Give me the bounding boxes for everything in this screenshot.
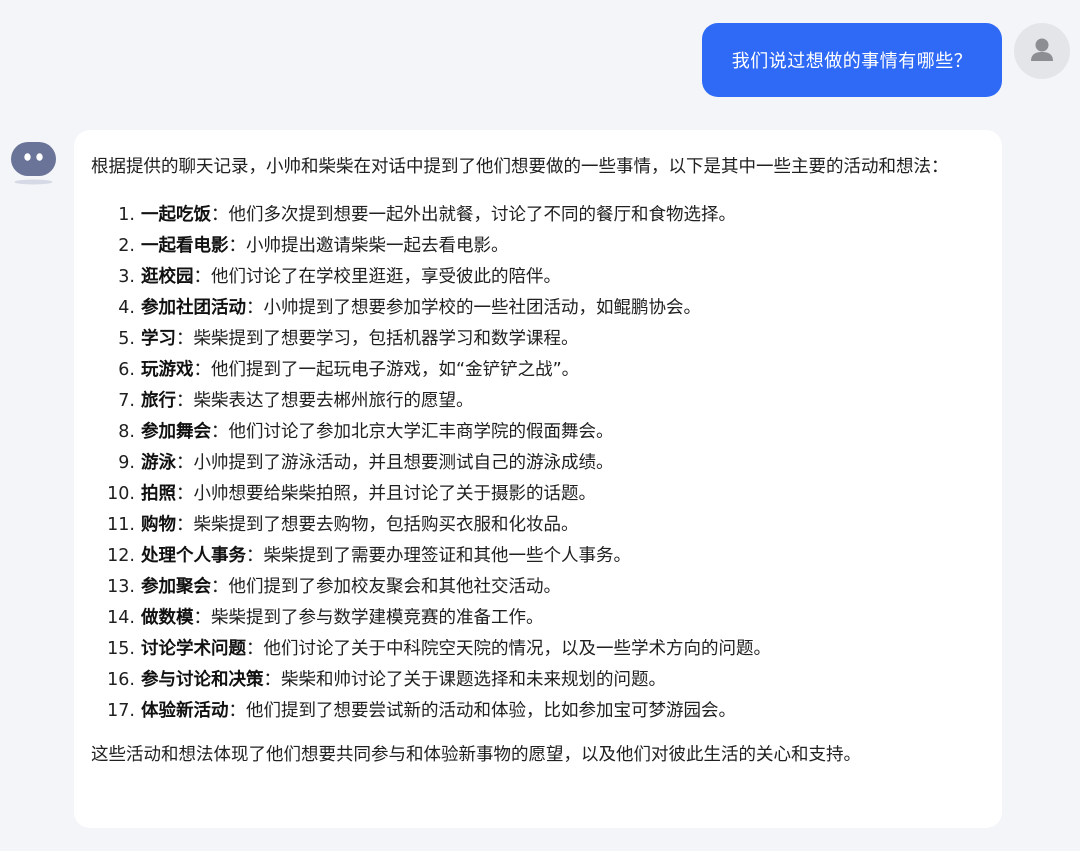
item-description: ：柴柴表达了想要去郴州旅行的愿望。	[176, 391, 474, 411]
item-title: 做数模	[141, 608, 194, 628]
item-description: ：柴柴提到了需要办理签证和其他一些个人事务。	[246, 546, 631, 566]
list-item: 9. 游泳 ：小帅提到了游泳活动，并且想要测试自己的游泳成绩。	[91, 448, 984, 479]
item-description: ：小帅想要给柴柴拍照，并且讨论了关于摄影的话题。	[176, 484, 596, 504]
item-description: ：小帅提到了想要参加学校的一些社团活动，如鲲鹏协会。	[246, 298, 701, 318]
bot-avatar-icon	[10, 138, 57, 185]
item-title: 参与讨论和决策	[141, 670, 264, 690]
user-message-row: 我们说过想做的事情有哪些？	[702, 23, 1070, 97]
item-title: 讨论学术问题	[141, 639, 246, 659]
list-item: 12. 处理个人事务 ：柴柴提到了需要办理签证和其他一些个人事务。	[91, 541, 984, 572]
list-item: 5. 学习 ：柴柴提到了想要学习，包括机器学习和数学课程。	[91, 324, 984, 355]
item-title: 拍照	[141, 484, 176, 504]
item-number: 14.	[107, 608, 135, 628]
item-title: 旅行	[141, 391, 176, 411]
list-item: 6. 玩游戏 ：他们提到了一起玩电子游戏，如“金铲铲之战”。	[91, 355, 984, 386]
user-message-bubble: 我们说过想做的事情有哪些？	[702, 23, 1002, 97]
item-number: 6.	[118, 360, 135, 380]
list-item: 14. 做数模 ：柴柴提到了参与数学建模竞赛的准备工作。	[91, 603, 984, 634]
assistant-answer-card: 根据提供的聊天记录，小帅和柴柴在对话中提到了他们想要做的一些事情，以下是其中一些…	[74, 130, 1002, 828]
item-title: 逛校园	[141, 267, 194, 287]
item-description: ：他们提到了想要尝试新的活动和体验，比如参加宝可梦游园会。	[228, 701, 737, 721]
item-number: 7.	[118, 391, 135, 411]
item-description: ：他们提到了参加校友聚会和其他社交活动。	[211, 577, 561, 597]
list-item: 8. 参加舞会 ：他们讨论了参加北京大学汇丰商学院的假面舞会。	[91, 417, 984, 448]
item-number: 16.	[107, 670, 135, 690]
item-title: 处理个人事务	[141, 546, 246, 566]
item-title: 参加聚会	[141, 577, 211, 597]
item-title: 购物	[141, 515, 176, 535]
item-title: 学习	[141, 329, 176, 349]
item-description: ：小帅提出邀请柴柴一起去看电影。	[228, 236, 509, 256]
item-title: 参加社团活动	[141, 298, 246, 318]
list-item: 17. 体验新活动 ：他们提到了想要尝试新的活动和体验，比如参加宝可梦游园会。	[91, 696, 984, 727]
list-item: 1. 一起吃饭 ：他们多次提到想要一起外出就餐，讨论了不同的餐厅和食物选择。	[91, 200, 984, 231]
item-description: ：小帅提到了游泳活动，并且想要测试自己的游泳成绩。	[176, 453, 614, 473]
item-number: 8.	[118, 422, 135, 442]
answer-outro: 这些活动和想法体现了他们想要共同参与和体验新事物的愿望，以及他们对彼此生活的关心…	[91, 745, 861, 765]
list-item: 7. 旅行 ：柴柴表达了想要去郴州旅行的愿望。	[91, 386, 984, 417]
chat-page: 我们说过想做的事情有哪些？ 根据提供的聊天记录，小帅和柴柴在对话中提到了他们想要…	[0, 0, 1080, 851]
item-description: ：柴柴提到了参与数学建模竞赛的准备工作。	[193, 608, 544, 628]
list-item: 3. 逛校园 ：他们讨论了在学校里逛逛，享受彼此的陪伴。	[91, 262, 984, 293]
item-description: ：柴柴提到了想要学习，包括机器学习和数学课程。	[176, 329, 579, 349]
list-item: 11. 购物 ：柴柴提到了想要去购物，包括购买衣服和化妆品。	[91, 510, 984, 541]
list-item: 16. 参与讨论和决策 ：柴柴和帅讨论了关于课题选择和未来规划的问题。	[91, 665, 984, 696]
item-number: 9.	[118, 453, 135, 473]
item-title: 体验新活动	[141, 701, 229, 721]
item-number: 13.	[107, 577, 135, 597]
list-item: 2. 一起看电影 ：小帅提出邀请柴柴一起去看电影。	[91, 231, 984, 262]
item-description: ：柴柴提到了想要去购物，包括购买衣服和化妆品。	[176, 515, 579, 535]
item-number: 4.	[118, 298, 135, 318]
item-title: 一起吃饭	[141, 205, 211, 225]
user-avatar-icon[interactable]	[1014, 23, 1070, 79]
item-number: 1.	[118, 205, 135, 225]
item-description: ：他们讨论了关于中科院空天院的情况，以及一些学术方向的问题。	[246, 639, 771, 659]
answer-intro: 根据提供的聊天记录，小帅和柴柴在对话中提到了他们想要做的一些事情，以下是其中一些…	[91, 157, 949, 177]
item-title: 一起看电影	[141, 236, 229, 256]
item-number: 12.	[107, 546, 135, 566]
item-number: 2.	[118, 236, 135, 256]
item-number: 5.	[118, 329, 135, 349]
item-description: ：他们提到了一起玩电子游戏，如“金铲铲之战”。	[193, 360, 580, 380]
list-item: 13. 参加聚会 ：他们提到了参加校友聚会和其他社交活动。	[91, 572, 984, 603]
list-item: 10. 拍照 ：小帅想要给柴柴拍照，并且讨论了关于摄影的话题。	[91, 479, 984, 510]
item-description: ：他们多次提到想要一起外出就餐，讨论了不同的餐厅和食物选择。	[211, 205, 736, 225]
item-title: 参加舞会	[141, 422, 211, 442]
list-item: 15. 讨论学术问题 ：他们讨论了关于中科院空天院的情况，以及一些学术方向的问题。	[91, 634, 984, 665]
item-number: 10.	[107, 484, 135, 504]
item-number: 17.	[107, 701, 135, 721]
item-number: 11.	[107, 515, 135, 535]
item-description: ：他们讨论了在学校里逛逛，享受彼此的陪伴。	[193, 267, 562, 287]
item-number: 3.	[118, 267, 135, 287]
item-title: 游泳	[141, 453, 176, 473]
item-description: ：柴柴和帅讨论了关于课题选择和未来规划的问题。	[263, 670, 667, 690]
list-item: 4. 参加社团活动 ：小帅提到了想要参加学校的一些社团活动，如鲲鹏协会。	[91, 293, 984, 324]
item-description: ：他们讨论了参加北京大学汇丰商学院的假面舞会。	[211, 422, 614, 442]
activity-list: 1. 一起吃饭 ：他们多次提到想要一起外出就餐，讨论了不同的餐厅和食物选择。 2. 一…	[91, 200, 984, 727]
item-number: 15.	[107, 639, 135, 659]
item-title: 玩游戏	[141, 360, 194, 380]
